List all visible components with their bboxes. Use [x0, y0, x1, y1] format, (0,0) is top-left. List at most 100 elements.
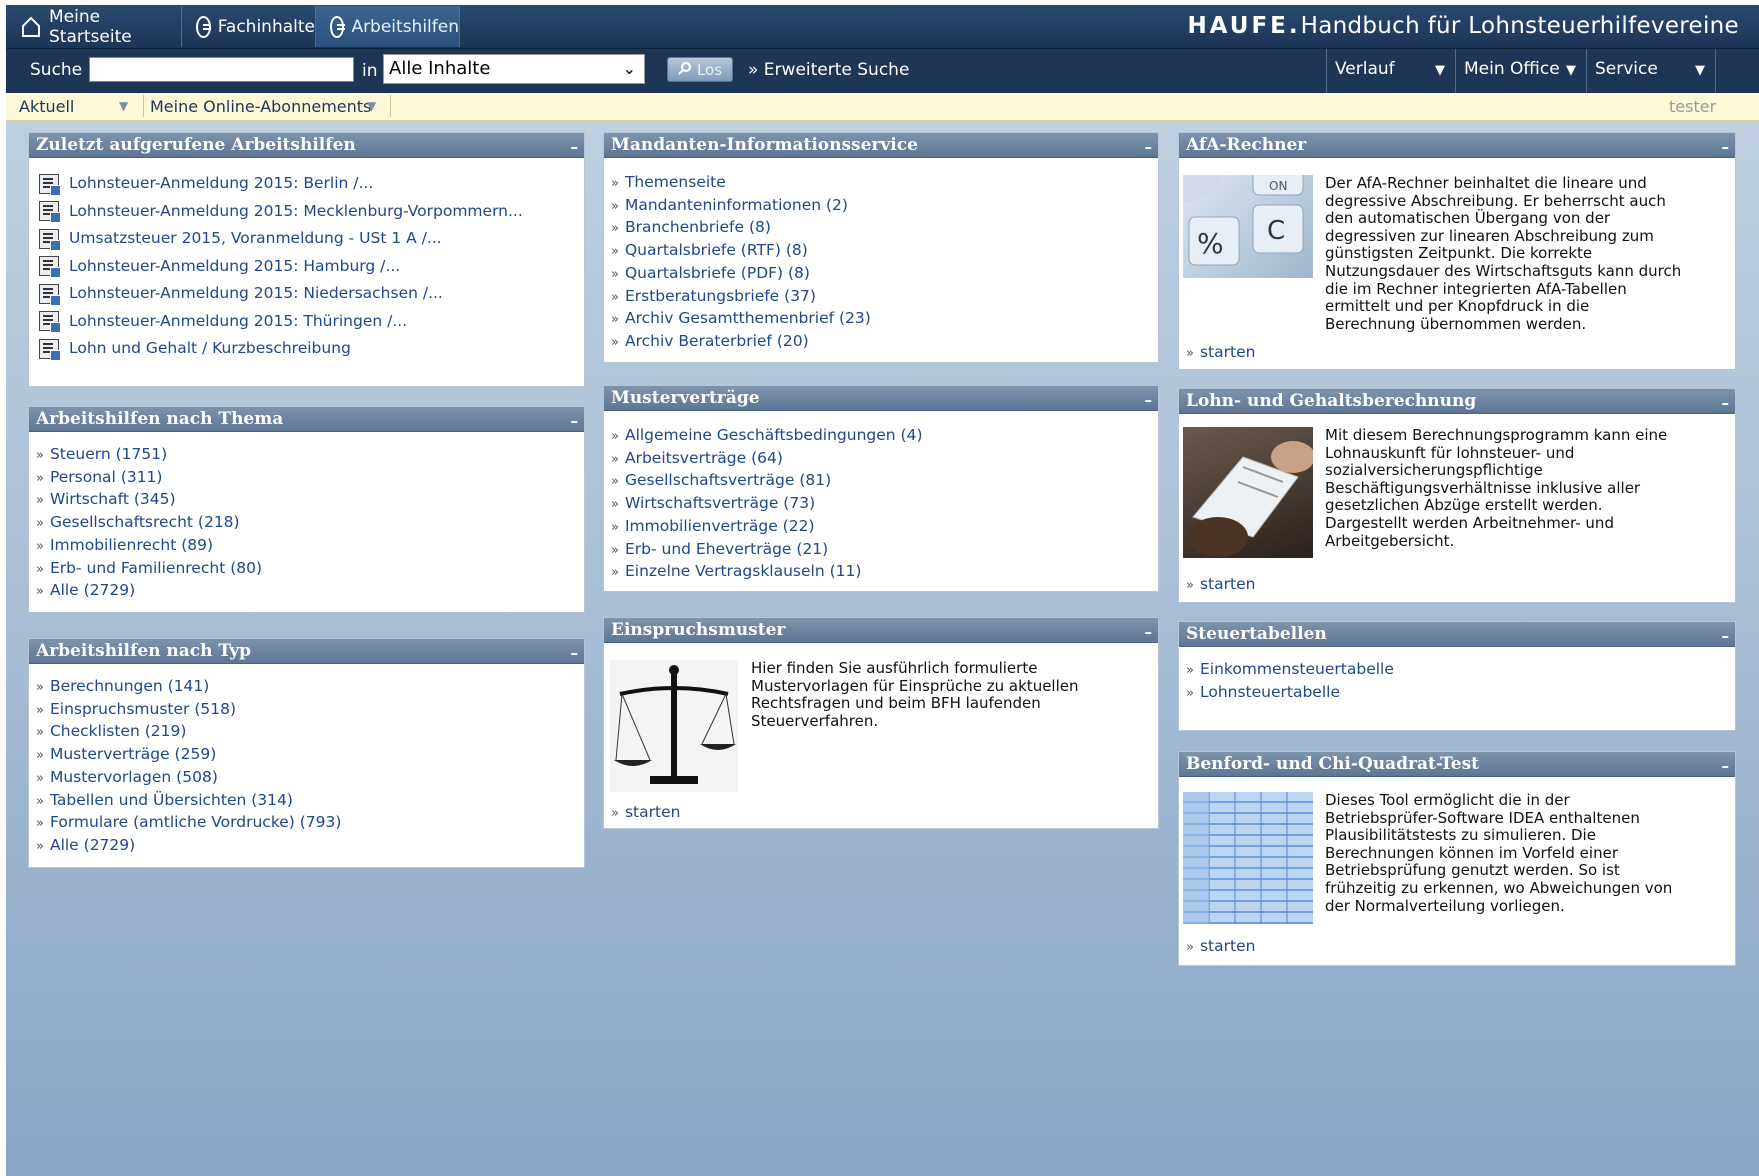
list-item[interactable]: » Personal (311) — [36, 467, 584, 490]
list-item[interactable]: » Allgemeine Geschäftsbedingungen (4) — [611, 425, 1158, 448]
item-label[interactable]: Lohnsteuer-Anmeldung 2015: Berlin /... — [69, 170, 373, 198]
collapse-icon[interactable]: – — [571, 409, 579, 433]
benford-panel: Benford- und Chi-Quadrat-Test – Dieses T… — [1179, 752, 1735, 965]
list-item[interactable]: » Quartalsbriefe (PDF) (8) — [611, 263, 1158, 286]
lohn-start-link[interactable]: » starten — [1186, 575, 1255, 593]
verlauf-label: Verlauf — [1335, 59, 1395, 79]
tab-arbeitshilfen[interactable]: Arbeitshilfen — [316, 6, 460, 47]
benford-description: Dieses Tool ermöglicht die in der Betrieb… — [1325, 791, 1673, 915]
panel-title-text: Lohn- und Gehaltsberechnung — [1186, 391, 1477, 411]
panel-title-text: AfA-Rechner — [1186, 135, 1307, 155]
list-item[interactable]: » Musterverträge (259) — [36, 744, 584, 767]
service-menu[interactable]: Service ▼ — [1586, 49, 1716, 93]
list-item[interactable]: » Gesellschaftsverträge (81) — [611, 470, 1158, 493]
document-icon — [39, 283, 61, 306]
scope-select[interactable]: Alle Inhalte ⌄ — [383, 54, 645, 84]
panel-title-text: Zuletzt aufgerufene Arbeitshilfen — [36, 135, 356, 155]
list-item[interactable]: » Lohnsteuertabelle — [1186, 682, 1735, 705]
svg-text:%: % — [1197, 227, 1224, 260]
collapse-icon[interactable]: – — [1722, 135, 1730, 159]
list-item[interactable]: » Branchenbriefe (8) — [611, 217, 1158, 240]
spreadsheet-image — [1183, 792, 1313, 924]
einspruch-start-link[interactable]: » starten — [611, 803, 680, 821]
list-item[interactable]: Lohnsteuer-Anmeldung 2015: Hamburg /... — [39, 253, 584, 281]
list-item[interactable]: » Mustervorlagen (508) — [36, 767, 584, 790]
item-label[interactable]: Lohnsteuer-Anmeldung 2015: Hamburg /... — [69, 253, 400, 281]
caret-down-icon[interactable]: ▼ — [119, 99, 128, 113]
benford-start-link[interactable]: » starten — [1186, 937, 1255, 955]
collapse-icon[interactable]: – — [1145, 388, 1153, 412]
aktuell-menu[interactable]: Aktuell — [19, 97, 74, 116]
list-item[interactable]: Lohnsteuer-Anmeldung 2015: Thüringen /..… — [39, 308, 584, 336]
service-label: Service — [1595, 59, 1658, 79]
list-item[interactable]: » Steuern (1751) — [36, 444, 584, 467]
list-item[interactable]: » Alle (2729) — [36, 580, 584, 603]
document-icon — [39, 228, 61, 251]
list-item[interactable]: » Erstberatungsbriefe (37) — [611, 286, 1158, 309]
list-item[interactable]: » Erb- und Eheverträge (21) — [611, 539, 1158, 562]
item-label[interactable]: Lohnsteuer-Anmeldung 2015: Thüringen /..… — [69, 308, 407, 336]
list-item[interactable]: » Formulare (amtliche Vordrucke) (793) — [36, 812, 584, 835]
list-item[interactable]: » Themenseite — [611, 172, 1158, 195]
item-label[interactable]: Lohnsteuer-Anmeldung 2015: Mecklenburg-V… — [69, 198, 523, 226]
verlauf-menu[interactable]: Verlauf ▼ — [1326, 49, 1455, 93]
menu-circle-icon — [330, 15, 346, 38]
tab-fachinhalte[interactable]: Fachinhalte — [182, 6, 316, 47]
panel-title-text: Einspruchsmuster — [611, 620, 786, 640]
panel-title: Arbeitshilfen nach Typ – — [29, 639, 584, 664]
collapse-icon[interactable]: – — [571, 641, 579, 665]
list-item[interactable]: » Einzelne Vertragsklauseln (11) — [611, 561, 1158, 584]
list-item[interactable]: » Checklisten (219) — [36, 721, 584, 744]
lohn-panel: Lohn- und Gehaltsberechnung – Mit diesem… — [1179, 389, 1735, 602]
search-bar: Suche in Alle Inhalte ⌄ Los » Erweiterte… — [6, 49, 1759, 93]
list-item[interactable]: » Wirtschaft (345) — [36, 489, 584, 512]
list-item[interactable]: » Arbeitsverträge (64) — [611, 448, 1158, 471]
collapse-icon[interactable]: – — [1722, 624, 1730, 648]
item-label[interactable]: Lohnsteuer-Anmeldung 2015: Niedersachsen… — [69, 280, 443, 308]
list-item[interactable]: Lohnsteuer-Anmeldung 2015: Berlin /... — [39, 170, 584, 198]
topics-panel: Arbeitshilfen nach Thema – » Steuern (175… — [29, 407, 584, 612]
list-item[interactable]: Umsatzsteuer 2015, Voranmeldung - USt 1 … — [39, 225, 584, 253]
panel-title: AfA-Rechner – — [1179, 133, 1735, 158]
office-label: Mein Office — [1464, 59, 1560, 79]
panel-title-text: Arbeitshilfen nach Typ — [36, 641, 251, 661]
afa-start-link[interactable]: » starten — [1186, 343, 1255, 361]
advanced-search-link[interactable]: » Erweiterte Suche — [748, 60, 909, 80]
list-item[interactable]: » Einspruchsmuster (518) — [36, 699, 584, 722]
list-item[interactable]: » Quartalsbriefe (RTF) (8) — [611, 240, 1158, 263]
list-item[interactable]: » Berechnungen (141) — [36, 676, 584, 699]
caret-down-icon[interactable]: ▼ — [367, 99, 376, 113]
item-label[interactable]: Lohn und Gehalt / Kurzbeschreibung — [69, 335, 351, 363]
panel-title: Mandanten-Informationsservice – — [604, 133, 1158, 158]
list-item[interactable]: Lohn und Gehalt / Kurzbeschreibung — [39, 335, 584, 363]
online-abos-menu[interactable]: Meine Online-Abonnements — [150, 97, 371, 116]
item-label[interactable]: Umsatzsteuer 2015, Voranmeldung - USt 1 … — [69, 225, 442, 253]
office-menu[interactable]: Mein Office ▼ — [1455, 49, 1586, 93]
collapse-icon[interactable]: – — [1722, 754, 1730, 778]
list-item[interactable]: Lohnsteuer-Anmeldung 2015: Niedersachsen… — [39, 280, 584, 308]
list-item[interactable]: » Archiv Gesamtthemenbrief (23) — [611, 308, 1158, 331]
panel-title-text: Benford- und Chi-Quadrat-Test — [1186, 754, 1480, 774]
list-item[interactable]: » Immobilienrecht (89) — [36, 535, 584, 558]
collapse-icon[interactable]: – — [571, 135, 579, 159]
collapse-icon[interactable]: – — [1145, 135, 1153, 159]
search-go-button[interactable]: Los — [667, 57, 733, 82]
collapse-icon[interactable]: – — [1722, 391, 1730, 415]
collapse-icon[interactable]: – — [1145, 620, 1153, 644]
panel-title: Arbeitshilfen nach Thema – — [29, 407, 584, 432]
list-item[interactable]: » Archiv Beraterbrief (20) — [611, 331, 1158, 354]
lohn-description: Mit diesem Berechnungsprogramm kann eine… — [1325, 426, 1668, 550]
tab-meine-startseite[interactable]: Meine Startseite — [6, 6, 182, 47]
list-item[interactable]: » Erb- und Familienrecht (80) — [36, 558, 584, 581]
list-item[interactable]: » Tabellen und Übersichten (314) — [36, 790, 584, 813]
list-item[interactable]: » Alle (2729) — [36, 835, 584, 858]
list-item[interactable]: » Einkommensteuertabelle — [1186, 659, 1735, 682]
steuertabellen-panel: Steuertabellen – » Einkommensteuertabelle… — [1179, 622, 1735, 730]
list-item[interactable]: » Immobilienverträge (22) — [611, 516, 1158, 539]
list-item[interactable]: » Gesellschaftsrecht (218) — [36, 512, 584, 535]
panel-title-text: Steuertabellen — [1186, 624, 1327, 644]
list-item[interactable]: » Wirtschaftsverträge (73) — [611, 493, 1158, 516]
search-input[interactable] — [89, 57, 354, 82]
list-item[interactable]: Lohnsteuer-Anmeldung 2015: Mecklenburg-V… — [39, 198, 584, 226]
list-item[interactable]: » Mandanteninformationen (2) — [611, 195, 1158, 218]
